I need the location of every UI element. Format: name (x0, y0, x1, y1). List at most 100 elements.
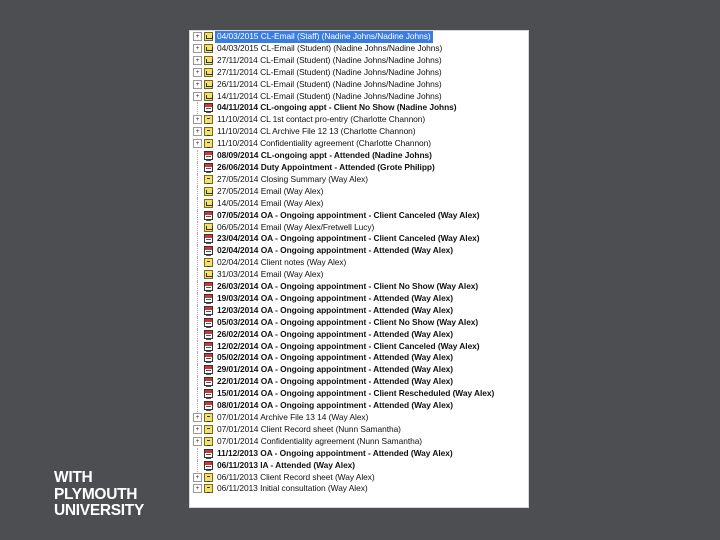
tree-row[interactable]: +04/03/2015 CL-Email (Staff) (Nadine Joh… (190, 31, 528, 43)
tree-row-label: 05/03/2014 OA - Ongoing appointment - Cl… (217, 316, 479, 327)
document-icon (204, 139, 213, 149)
expand-toggle-icon[interactable]: + (193, 91, 202, 101)
tree-row[interactable]: +14/11/2014 CL-Email (Student) (Nadine J… (190, 91, 528, 103)
tree-connector-line (197, 328, 199, 341)
tree-row[interactable]: +11/10/2014 CL Archive File 12 13 (Charl… (190, 126, 528, 138)
expand-toggle-icon[interactable]: + (193, 436, 202, 446)
tree-row-label: 06/11/2013 Client Record sheet (Way Alex… (217, 471, 375, 482)
appointment-icon (204, 353, 213, 364)
tree-row[interactable]: 26/03/2014 OA - Ongoing appointment - Cl… (190, 281, 528, 293)
tree-row[interactable]: 27/05/2014 Email (Way Alex) (190, 185, 528, 198)
tree-row[interactable]: +11/10/2014 CL 1st contact pro-entry (Ch… (190, 114, 528, 126)
email-icon (204, 55, 213, 65)
expand-toggle-icon[interactable]: + (193, 79, 202, 89)
tree-row-label: 23/04/2014 OA - Ongoing appointment - Cl… (217, 233, 480, 244)
tree-row-label: 04/11/2014 CL-ongoing appt - Client No S… (217, 102, 457, 113)
tree-row[interactable]: 11/12/2013 OA - Ongoing appointment - At… (190, 447, 528, 460)
tree-row[interactable]: +27/11/2014 CL-Email (Student) (Nadine J… (190, 67, 528, 79)
tree-row-label: 12/03/2014 OA - Ongoing appointment - At… (217, 304, 454, 315)
tree-row[interactable]: +07/01/2014 Client Record sheet (Nunn Sa… (190, 424, 528, 436)
tree-connector-line (197, 209, 199, 222)
tree-row[interactable]: 06/05/2014 Email (Way Alex/Fretwell Lucy… (190, 221, 528, 234)
tree-row[interactable]: +06/11/2013 Client Record sheet (Way Ale… (190, 472, 528, 484)
tree-row[interactable]: 12/02/2014 OA - Ongoing appointment - Cl… (190, 340, 528, 353)
tree-row[interactable]: 15/01/2014 OA - Ongoing appointment - Cl… (190, 388, 528, 401)
expand-toggle-icon[interactable]: + (193, 424, 202, 434)
tree-row[interactable]: 05/03/2014 OA - Ongoing appointment - Cl… (190, 316, 528, 329)
email-icon (204, 186, 213, 196)
tree-row-label: 06/11/2013 IA - Attended (Way Alex) (217, 459, 356, 470)
expand-toggle-icon[interactable]: + (193, 484, 202, 494)
tree-row[interactable]: 02/04/2014 OA - Ongoing appointment - At… (190, 245, 528, 258)
tree-row[interactable]: 07/05/2014 OA - Ongoing appointment - Cl… (190, 209, 528, 222)
tree-row-label: 02/04/2014 OA - Ongoing appointment - At… (217, 245, 454, 256)
tree-row-label: 07/05/2014 OA - Ongoing appointment - Cl… (217, 209, 480, 220)
document-icon (204, 258, 213, 268)
tree-row-label: 26/06/2014 Duty Appointment - Attended (… (217, 161, 435, 172)
tree-row-label: 04/03/2015 CL-Email (Staff) (Nadine John… (215, 31, 433, 43)
tree-row[interactable]: 22/01/2014 OA - Ongoing appointment - At… (190, 376, 528, 389)
tree-row-label: 14/11/2014 CL-Email (Student) (Nadine Jo… (217, 90, 442, 101)
tree-row[interactable]: 31/03/2014 Email (Way Alex) (190, 269, 528, 282)
tree-connector-line (197, 102, 199, 115)
tree-row-label: 26/02/2014 OA - Ongoing appointment - At… (217, 328, 454, 339)
document-icon (204, 127, 213, 137)
document-icon (204, 174, 213, 184)
logo-line-1: WITH (54, 469, 93, 486)
tree-row[interactable]: 27/05/2014 Closing Summary (Way Alex) (190, 173, 528, 186)
tree-row[interactable]: 23/04/2014 OA - Ongoing appointment - Cl… (190, 233, 528, 246)
email-icon (204, 67, 213, 77)
tree-connector-line (197, 340, 199, 353)
tree-row[interactable]: 12/03/2014 OA - Ongoing appointment - At… (190, 304, 528, 317)
appointment-icon (204, 401, 213, 412)
tree-row-label: 26/03/2014 OA - Ongoing appointment - Cl… (217, 281, 479, 292)
tree-row[interactable]: 06/11/2013 IA - Attended (Way Alex) (190, 459, 528, 472)
document-icon (204, 472, 213, 482)
expand-toggle-icon[interactable]: + (193, 43, 202, 53)
tree-row[interactable]: +06/11/2013 Initial consultation (Way Al… (190, 483, 528, 495)
tree-connector-line (197, 197, 199, 210)
appointment-icon (204, 234, 213, 245)
tree-row[interactable]: 26/06/2014 Duty Appointment - Attended (… (190, 161, 528, 174)
expand-toggle-icon[interactable]: + (193, 472, 202, 482)
tree-row[interactable]: 19/03/2014 OA - Ongoing appointment - At… (190, 292, 528, 305)
expand-toggle-icon[interactable]: + (193, 67, 202, 77)
tree-row-label: 02/04/2014 Client notes (Way Alex) (217, 257, 347, 268)
tree-row-label: 29/01/2014 OA - Ongoing appointment - At… (217, 364, 454, 375)
tree-row[interactable]: 08/09/2014 CL-ongoing appt - Attended (N… (190, 150, 528, 162)
tree-row[interactable]: 26/02/2014 OA - Ongoing appointment - At… (190, 328, 528, 341)
tree-row[interactable]: 14/05/2014 Email (Way Alex) (190, 197, 528, 210)
tree-row[interactable]: +27/11/2014 CL-Email (Student) (Nadine J… (190, 55, 528, 67)
tree-connector-line (197, 388, 199, 401)
tree-row[interactable]: 08/01/2014 OA - Ongoing appointment - At… (190, 400, 528, 412)
tree-row[interactable]: +04/03/2015 CL-Email (Student) (Nadine J… (190, 43, 528, 55)
email-icon (204, 91, 213, 101)
tree-row[interactable]: +26/11/2014 CL-Email (Student) (Nadine J… (190, 79, 528, 91)
tree-row-label: 31/03/2014 Email (Way Alex) (217, 269, 324, 280)
tree-row[interactable]: +07/01/2014 Confidentiality agreement (N… (190, 436, 528, 448)
tree-row[interactable]: +11/10/2014 Confidentiality agreement (C… (190, 138, 528, 150)
document-icon (204, 115, 213, 125)
expand-toggle-icon[interactable]: + (193, 32, 202, 41)
tree-connector-line (197, 185, 199, 198)
tree-row-label: 27/11/2014 CL-Email (Student) (Nadine Jo… (217, 54, 442, 65)
tree-row[interactable]: 29/01/2014 OA - Ongoing appointment - At… (190, 364, 528, 377)
tree-row[interactable]: 04/11/2014 CL-ongoing appt - Client No S… (190, 102, 528, 115)
appointment-icon (204, 448, 213, 459)
tree-row-label: 06/05/2014 Email (Way Alex/Fretwell Lucy… (217, 221, 375, 232)
appointment-icon (204, 341, 213, 352)
tree-row-label: 11/10/2014 Confidentiality agreement (Ch… (217, 138, 432, 149)
document-icon (204, 436, 213, 446)
tree-row[interactable]: 02/04/2014 Client notes (Way Alex) (190, 257, 528, 270)
expand-toggle-icon[interactable]: + (193, 139, 202, 149)
tree-row[interactable]: +07/01/2014 Archive File 13 14 (Way Alex… (190, 412, 528, 424)
tree-row-label: 07/01/2014 Confidentiality agreement (Nu… (217, 435, 423, 446)
tree-row[interactable]: 05/02/2014 OA - Ongoing appointment - At… (190, 352, 528, 365)
record-tree-panel: +04/03/2015 CL-Email (Staff) (Nadine Joh… (189, 30, 529, 508)
expand-toggle-icon[interactable]: + (193, 115, 202, 125)
expand-toggle-icon[interactable]: + (193, 55, 202, 65)
expand-toggle-icon[interactable]: + (193, 413, 202, 422)
expand-toggle-icon[interactable]: + (193, 127, 202, 137)
tree-connector-line (197, 352, 199, 365)
appointment-icon (204, 305, 213, 316)
